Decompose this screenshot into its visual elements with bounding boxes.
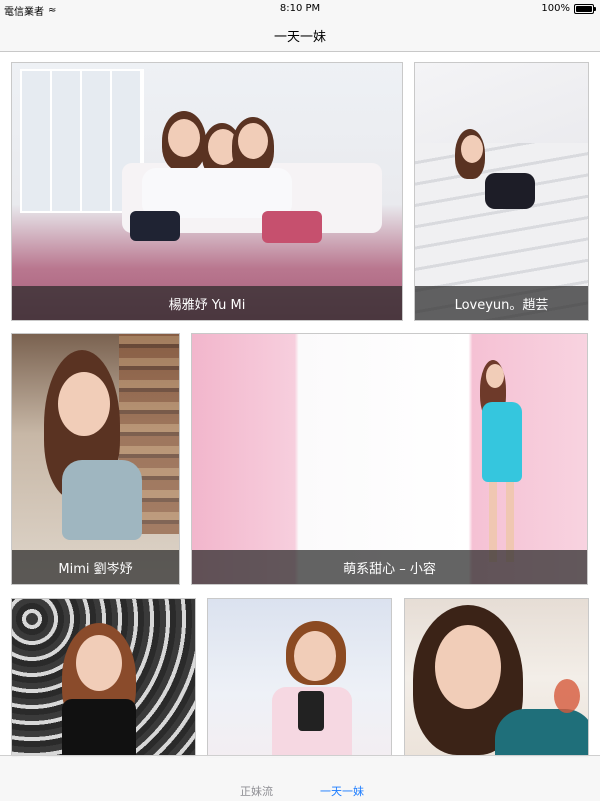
status-time: 8:10 PM bbox=[279, 3, 321, 14]
tab-yi-tian-yi-mei[interactable]: 一天一妹 bbox=[320, 783, 364, 799]
battery-icon bbox=[574, 3, 596, 14]
card-photo bbox=[192, 334, 587, 584]
girl-card-5[interactable] bbox=[11, 598, 196, 758]
girl-card-xiao-rong[interactable]: 萌系甜心 – 小容 bbox=[191, 333, 588, 585]
card-photo bbox=[12, 63, 402, 320]
card-photo bbox=[12, 334, 179, 584]
card-caption: 萌系甜心 – 小容 bbox=[192, 550, 587, 584]
status-bar: 電信業者 ≈ 8:10 PM 100% bbox=[0, 0, 600, 18]
page-title: 一天一妹 bbox=[273, 30, 326, 45]
tab-zheng-mei-liu[interactable]: 正妹流 bbox=[240, 783, 273, 799]
tab-bar: 正妹流 一天一妹 bbox=[0, 755, 600, 801]
battery-info: 100% bbox=[541, 3, 596, 14]
card-caption: 楊雅妤 Yu Mi bbox=[12, 286, 402, 320]
girl-card-loveyun[interactable]: Loveyun。趙芸 bbox=[414, 62, 589, 321]
girl-card-6[interactable] bbox=[207, 598, 392, 758]
girl-card-yu-mi[interactable]: 楊雅妤 Yu Mi bbox=[11, 62, 403, 321]
card-photo bbox=[405, 599, 588, 757]
card-caption: Mimi 劉岑妤 bbox=[12, 550, 179, 584]
card-photo bbox=[415, 63, 588, 320]
card-photo bbox=[208, 599, 391, 757]
card-photo bbox=[12, 599, 195, 757]
battery-percent: 100% bbox=[541, 3, 570, 14]
card-caption: Loveyun。趙芸 bbox=[415, 286, 588, 320]
girl-card-7[interactable] bbox=[404, 598, 589, 758]
girl-card-mimi[interactable]: Mimi 劉岑妤 bbox=[11, 333, 180, 585]
navigation-bar: 一天一妹 bbox=[0, 18, 600, 52]
